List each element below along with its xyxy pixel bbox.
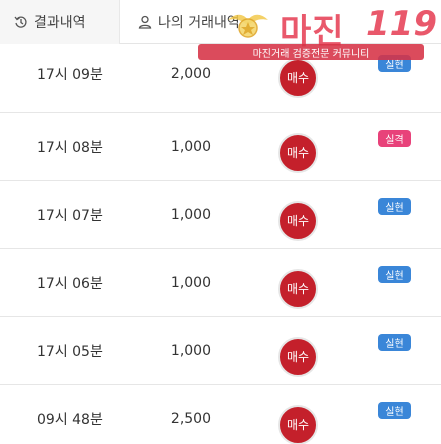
table-row: 17시 06분 1,000 매수 실현: [0, 249, 441, 317]
status-badge: 실현: [378, 401, 411, 419]
tab-my-trades-label: 나의 거래내역: [158, 15, 240, 31]
trade-quantity: 1,000: [170, 206, 211, 223]
tab-results-label: 결과내역: [34, 15, 86, 31]
buy-badge: 매수: [278, 268, 318, 309]
trade-time: 17시 05분: [37, 343, 103, 360]
trade-quantity: 1,000: [170, 138, 211, 155]
status-badge: 실현: [378, 265, 411, 283]
trade-time: 17시 07분: [37, 207, 103, 224]
table-row: 17시 08분 1,000 매수 실격: [0, 113, 441, 181]
trade-quantity: 2,500: [170, 410, 211, 427]
trade-quantity: 1,000: [170, 342, 211, 359]
trade-time: 17시 08분: [37, 139, 103, 156]
trade-time: 17시 09분: [37, 67, 103, 83]
table-row: 17시 05분 1,000 매수 실현: [0, 317, 441, 385]
buy-badge: 매수: [278, 57, 318, 98]
buy-badge: 매수: [278, 404, 318, 444]
status-badge: 실현: [378, 55, 411, 73]
buy-badge: 매수: [278, 132, 318, 173]
trade-quantity: 2,000: [170, 66, 211, 82]
history-icon: [14, 16, 27, 28]
buy-badge: 매수: [278, 336, 318, 377]
trade-time: 17시 06분: [37, 275, 103, 292]
user-icon: [138, 15, 152, 29]
trade-time: 09시 48분: [37, 411, 103, 428]
table-row: 17시 07분 1,000 매수 실현: [0, 181, 441, 249]
trade-quantity: 1,000: [170, 274, 211, 291]
status-badge: 실현: [378, 333, 411, 351]
buy-badge: 매수: [278, 200, 318, 241]
status-badge: 실현: [378, 197, 411, 215]
table-row: 09시 48분 2,500 매수 실현: [0, 385, 441, 444]
trade-list: 17시 09분 2,000 매수 실현 17시 08분 1,000 매수 실격 …: [0, 36, 441, 444]
status-badge: 실격: [378, 129, 411, 147]
table-row: 17시 09분 2,000 매수 실현: [0, 36, 441, 113]
